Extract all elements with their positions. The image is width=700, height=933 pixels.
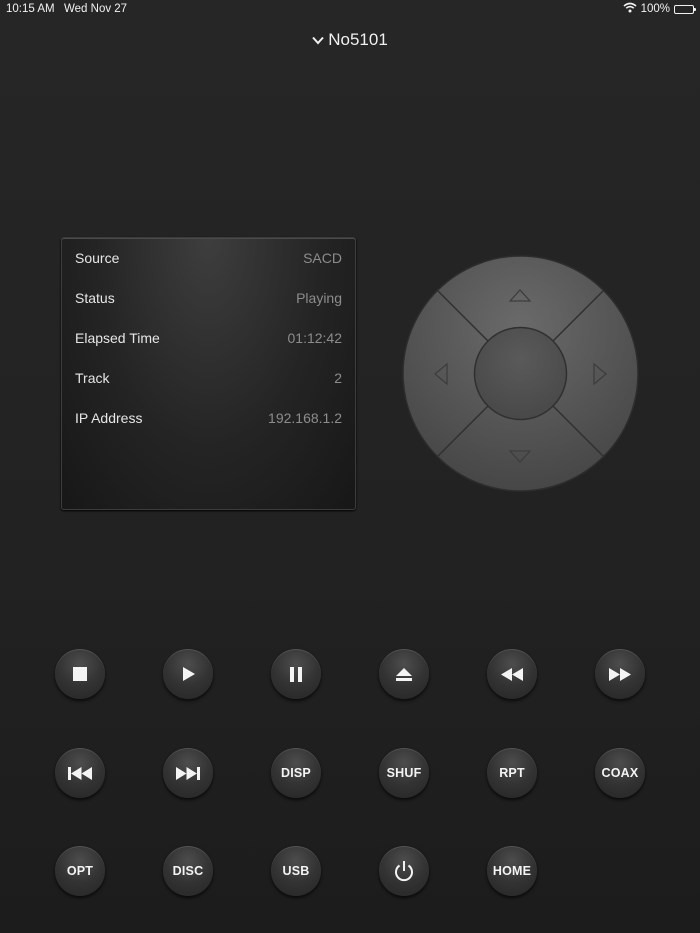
info-row-status: Status Playing (75, 290, 342, 310)
dpad-center-button[interactable] (475, 328, 566, 419)
coax-button[interactable]: COAX (595, 748, 645, 798)
power-button[interactable] (379, 846, 429, 896)
previous-track-button[interactable] (55, 748, 105, 798)
pause-button[interactable] (271, 649, 321, 699)
info-value: Playing (296, 290, 342, 306)
fast-forward-button[interactable] (595, 649, 645, 699)
status-time: 10:15 AM (6, 3, 55, 15)
skip-forward-icon (176, 766, 200, 780)
rewind-icon (501, 667, 523, 681)
device-selector[interactable]: No5101 (0, 30, 700, 50)
info-row-source: Source SACD (75, 250, 342, 270)
dpad-right-button[interactable] (572, 333, 634, 413)
home-button[interactable]: HOME (487, 846, 537, 896)
usb-button[interactable]: USB (271, 846, 321, 896)
status-date: Wed Nov 27 (64, 3, 128, 15)
stop-button[interactable] (55, 649, 105, 699)
direction-pad (402, 255, 639, 492)
info-panel: Source SACD Status Playing Elapsed Time … (61, 237, 356, 510)
shuffle-button[interactable]: SHUF (379, 748, 429, 798)
info-row-ip-address: IP Address 192.168.1.2 (75, 410, 342, 430)
battery-percent: 100% (640, 3, 670, 15)
info-row-track: Track 2 (75, 370, 342, 390)
dpad-left-button[interactable] (407, 333, 469, 413)
info-row-elapsed-time: Elapsed Time 01:12:42 (75, 330, 342, 350)
rewind-button[interactable] (487, 649, 537, 699)
info-label: Elapsed Time (75, 330, 160, 346)
play-icon (181, 667, 195, 681)
dpad-down-button[interactable] (480, 425, 560, 487)
disp-button[interactable]: DISP (271, 748, 321, 798)
info-value: SACD (303, 250, 342, 266)
next-track-button[interactable] (163, 748, 213, 798)
wifi-icon (623, 2, 637, 16)
info-value: 192.168.1.2 (268, 410, 342, 426)
eject-icon (396, 667, 412, 681)
info-value: 01:12:42 (287, 330, 343, 346)
stop-icon (73, 667, 87, 681)
opt-button[interactable]: OPT (55, 846, 105, 896)
repeat-button[interactable]: RPT (487, 748, 537, 798)
dpad-up-button[interactable] (480, 260, 560, 322)
info-label: IP Address (75, 410, 143, 426)
disc-button[interactable]: DISC (163, 846, 213, 896)
status-bar: 10:15 AM Wed Nov 27 100% (0, 0, 700, 20)
chevron-down-icon (312, 36, 324, 45)
battery-icon (674, 4, 696, 14)
device-name: No5101 (328, 30, 388, 49)
skip-back-icon (68, 766, 92, 780)
pause-icon (289, 666, 303, 682)
info-value: 2 (334, 370, 342, 386)
info-label: Source (75, 250, 120, 266)
power-icon (394, 860, 414, 882)
play-button[interactable] (163, 649, 213, 699)
fast-forward-icon (609, 667, 631, 681)
info-label: Status (75, 290, 115, 306)
info-label: Track (75, 370, 110, 386)
eject-button[interactable] (379, 649, 429, 699)
status-right: 100% (623, 2, 696, 16)
